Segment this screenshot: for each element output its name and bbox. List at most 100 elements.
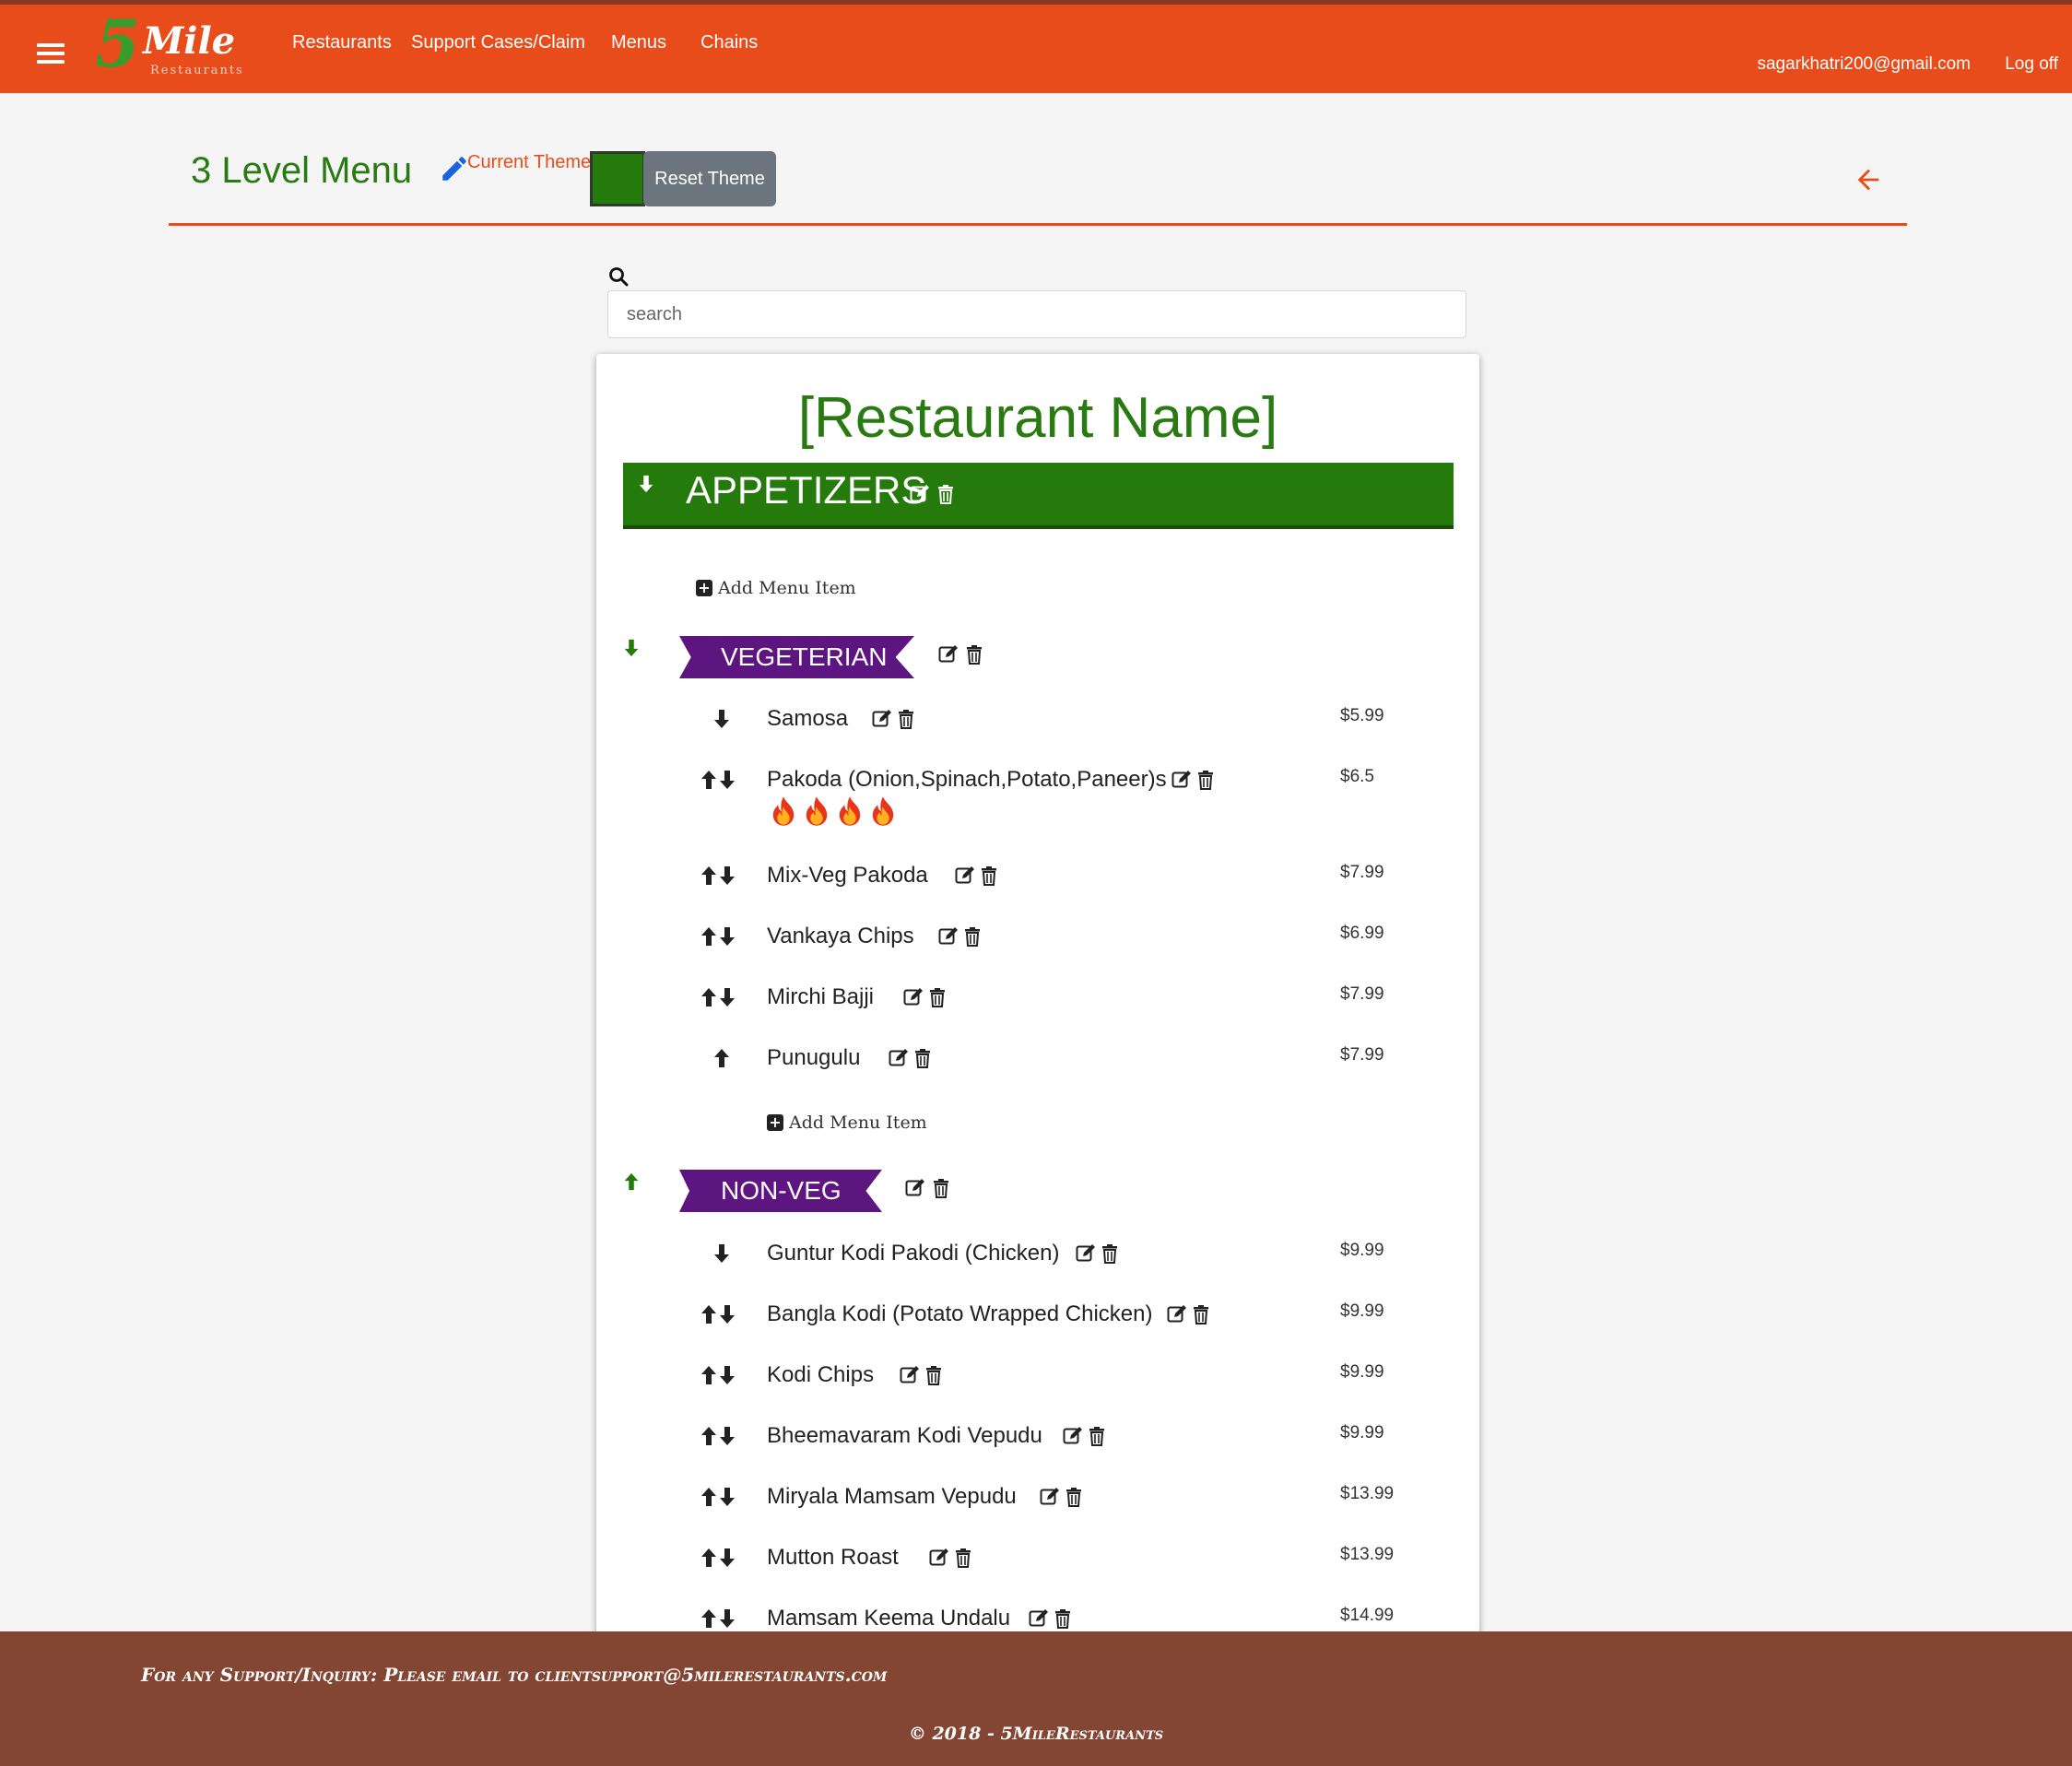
item-price: $9.99 — [1340, 1362, 1384, 1382]
delete-item-icon[interactable] — [952, 1547, 974, 1569]
restaurant-name: [Restaurant Name] — [797, 386, 1278, 450]
category-ribbon-non-veg[interactable]: NON-VEG — [679, 1170, 882, 1212]
reset-theme-button[interactable]: Reset Theme — [643, 151, 776, 206]
move-up-down-arrows-icon[interactable] — [698, 1364, 744, 1388]
theme-color-swatch[interactable] — [590, 151, 645, 206]
move-up-down-arrows-icon[interactable] — [698, 1607, 744, 1631]
move-down-arrow-icon[interactable] — [698, 708, 744, 732]
edit-section-icon[interactable] — [909, 483, 931, 505]
delete-item-icon[interactable] — [923, 1364, 945, 1386]
category-actions — [904, 1177, 952, 1199]
menu-item-row: Vankaya Chips $6.99 — [596, 924, 1479, 960]
move-up-arrow-icon[interactable] — [698, 1047, 744, 1071]
menu-item-row: Samosa $5.99 — [596, 706, 1479, 743]
edit-item-icon[interactable] — [902, 986, 924, 1008]
move-down-arrow-icon[interactable] — [698, 1242, 744, 1266]
edit-item-icon[interactable] — [899, 1364, 921, 1386]
delete-category-icon[interactable] — [963, 643, 985, 665]
move-up-down-arrows-icon[interactable] — [698, 769, 744, 793]
item-price: $13.99 — [1340, 1545, 1395, 1564]
move-up-down-arrows-icon[interactable] — [698, 1303, 744, 1327]
move-up-down-arrows-icon[interactable] — [698, 925, 744, 949]
nav-chains[interactable]: Chains — [700, 32, 758, 53]
section-appetizers: APPETIZERS — [623, 463, 1454, 529]
item-name: Mamsam Keema Undalu — [767, 1606, 1011, 1631]
menu-item-row: Miryala Mamsam Vepudu $13.99 — [596, 1484, 1479, 1521]
user-email-link[interactable]: sagarkhatri200@gmail.com — [1757, 54, 1971, 75]
edit-item-icon[interactable] — [937, 925, 959, 948]
delete-item-icon[interactable] — [1195, 769, 1217, 791]
flame-icon — [866, 795, 900, 828]
add-menu-item-label: Add Menu Item — [718, 578, 856, 598]
item-actions — [1062, 1425, 1108, 1447]
nav-support-cases[interactable]: Support Cases/Claim — [411, 32, 585, 53]
edit-item-icon[interactable] — [1075, 1242, 1097, 1265]
edit-item-icon[interactable] — [1171, 769, 1193, 791]
add-menu-item-link[interactable]: + Add Menu Item — [696, 578, 856, 598]
delete-item-icon[interactable] — [1190, 1303, 1212, 1325]
menu-item-row: Bheemavaram Kodi Vepudu $9.99 — [596, 1423, 1479, 1460]
nav-menus[interactable]: Menus — [611, 32, 666, 53]
logoff-link[interactable]: Log off — [2005, 54, 2058, 75]
back-arrow-icon[interactable] — [1853, 164, 1884, 195]
edit-item-icon[interactable] — [1039, 1486, 1061, 1508]
delete-item-icon[interactable] — [926, 986, 948, 1008]
delete-item-icon[interactable] — [1063, 1486, 1085, 1508]
add-menu-item-link[interactable]: + Add Menu Item — [767, 1113, 927, 1133]
delete-item-icon[interactable] — [961, 925, 983, 948]
logo-number: 5 — [95, 6, 140, 82]
delete-item-icon[interactable] — [1099, 1242, 1121, 1265]
menu-item-row: Mirchi Bajji $7.99 — [596, 984, 1479, 1021]
edit-item-icon[interactable] — [888, 1047, 910, 1069]
delete-item-icon[interactable] — [895, 708, 917, 730]
move-up-down-arrows-icon[interactable] — [698, 1486, 744, 1510]
logo-subtitle: Restaurants — [150, 64, 244, 77]
menu-item-row: Mutton Roast $13.99 — [596, 1545, 1479, 1582]
edit-item-icon[interactable] — [928, 1547, 950, 1569]
edit-item-icon[interactable] — [1028, 1607, 1050, 1630]
nav-restaurants[interactable]: Restaurants — [292, 32, 392, 53]
delete-item-icon[interactable] — [978, 865, 1000, 887]
category-up-arrow-icon[interactable] — [621, 1171, 642, 1192]
hamburger-menu-icon[interactable] — [37, 43, 65, 64]
delete-category-icon[interactable] — [930, 1177, 952, 1199]
item-price: $9.99 — [1340, 1423, 1384, 1442]
item-name: Kodi Chips — [767, 1362, 875, 1387]
edit-item-icon[interactable] — [871, 708, 893, 730]
item-price: $7.99 — [1340, 984, 1384, 1004]
category-down-arrow-icon[interactable] — [621, 638, 642, 658]
move-up-down-arrows-icon[interactable] — [698, 1425, 744, 1449]
delete-item-icon[interactable] — [1086, 1425, 1108, 1447]
menu-item-row: Kodi Chips $9.99 — [596, 1362, 1479, 1399]
item-actions — [1171, 769, 1217, 791]
section-title: APPETIZERS — [686, 468, 927, 512]
item-actions — [899, 1364, 945, 1386]
edit-category-icon[interactable] — [937, 643, 959, 665]
section-collapse-arrow-icon[interactable] — [636, 474, 656, 494]
item-name: Bangla Kodi (Potato Wrapped Chicken) — [767, 1301, 1153, 1326]
logo-word: Mile — [143, 19, 236, 63]
brand-logo[interactable]: 5 Mile Restaurants — [95, 12, 275, 80]
flame-icon — [767, 795, 800, 828]
delete-item-icon[interactable] — [912, 1047, 934, 1069]
delete-section-icon[interactable] — [935, 483, 957, 505]
menu-item-row: Pakoda (Onion,Spinach,Potato,Paneer)s $6… — [596, 767, 1479, 804]
menu-item-row: Guntur Kodi Pakodi (Chicken) $9.99 — [596, 1241, 1479, 1277]
edit-item-icon[interactable] — [1166, 1303, 1188, 1325]
search-input[interactable] — [607, 290, 1466, 338]
edit-category-icon[interactable] — [904, 1177, 926, 1199]
delete-item-icon[interactable] — [1052, 1607, 1074, 1630]
edit-item-icon[interactable] — [1062, 1425, 1084, 1447]
move-up-down-arrows-icon[interactable] — [698, 986, 744, 1010]
category-ribbon-vegeterian[interactable]: VEGETERIAN — [679, 636, 914, 678]
footer: For any Support/Inquiry: Please email to… — [0, 1631, 2072, 1766]
section-actions — [909, 483, 957, 505]
edit-item-icon[interactable] — [954, 865, 976, 887]
move-up-down-arrows-icon[interactable] — [698, 1547, 744, 1571]
menu-item-row: Bangla Kodi (Potato Wrapped Chicken) $9.… — [596, 1301, 1479, 1338]
item-actions — [954, 865, 1000, 887]
pencil-icon[interactable] — [439, 153, 470, 184]
item-price: $14.99 — [1340, 1606, 1395, 1625]
item-name: Mix-Veg Pakoda — [767, 863, 928, 888]
move-up-down-arrows-icon[interactable] — [698, 865, 744, 889]
